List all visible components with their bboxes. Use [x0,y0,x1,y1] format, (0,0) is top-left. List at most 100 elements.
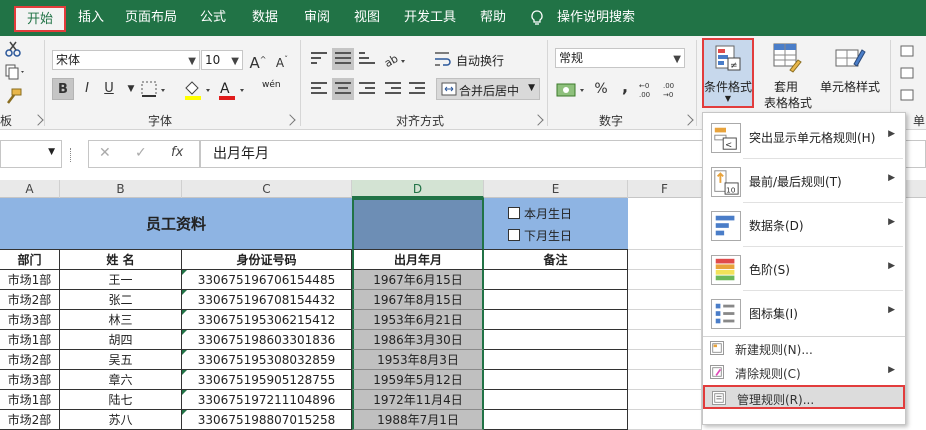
tab-insert[interactable]: 插入 [74,0,108,36]
decrease-font-icon[interactable]: Aˇ [271,49,293,71]
merge-center-button[interactable]: 合并后居中 ▼ [436,78,540,100]
menu-item-clear-rules[interactable]: 清除规则(C) ▶ [703,361,905,383]
header-cell-name[interactable]: 姓 名 [60,250,182,270]
column-header-d[interactable]: D [352,180,484,198]
cell-name[interactable]: 胡四 [60,330,182,350]
enter-icon[interactable]: ✓ [135,145,147,161]
selected-title-cell[interactable] [352,198,484,250]
align-top-icon[interactable] [308,48,330,70]
cell-dept[interactable]: 市场1部 [0,330,60,350]
tab-view[interactable]: 视图 [352,0,382,36]
menu-item-top-bottom[interactable]: 10 最前/最后规则(T) ▶ [703,159,905,203]
column-header-c[interactable]: C [182,180,352,198]
tab-home[interactable]: 开始 [14,6,66,32]
cell-birth[interactable]: 1953年6月21日 [352,310,484,330]
cell-birth[interactable]: 1972年11月4日 [352,390,484,410]
cell-name[interactable]: 吴五 [60,350,182,370]
increase-font-icon[interactable]: A^ [247,49,269,72]
column-header-e[interactable]: E [484,180,628,198]
italic-button[interactable]: I [76,78,98,100]
wrap-text-icon[interactable] [434,50,452,68]
cell-birth[interactable]: 1986年3月30日 [352,330,484,350]
cell-f[interactable] [628,390,702,410]
cell-id[interactable]: 330675195905128755 [182,370,352,390]
cell-id[interactable]: 330675195306215412 [182,310,352,330]
decrease-indent-icon[interactable] [382,78,404,100]
wrap-text-button[interactable]: 自动换行 [456,52,504,69]
tab-developer[interactable]: 开发工具 [402,0,458,36]
cell-dept[interactable]: 市场3部 [0,370,60,390]
align-left-icon[interactable] [308,78,330,100]
cell-dept[interactable]: 市场2部 [0,290,60,310]
cell-id[interactable]: 330675197211104896 [182,390,352,410]
accounting-format-icon[interactable] [555,80,589,100]
cell-dept[interactable]: 市场1部 [0,270,60,290]
cell-f[interactable] [628,310,702,330]
menu-item-color-scales[interactable]: 色阶(S) ▶ [703,247,905,291]
cell-name[interactable]: 陆七 [60,390,182,410]
number-format-combo[interactable]: 常规 ▼ [555,48,685,68]
bold-button[interactable]: B [52,78,74,100]
tab-data[interactable]: 数据 [250,0,280,36]
cell-dept[interactable]: 市场3部 [0,310,60,330]
cancel-icon[interactable]: ✕ [99,145,111,161]
cell-f[interactable] [628,330,702,350]
tab-help[interactable]: 帮助 [478,0,508,36]
cell-id[interactable]: 330675196706154485 [182,270,352,290]
menu-item-manage-rules[interactable]: 管理规则(R)... [703,385,905,409]
cell-birth[interactable]: 1988年7月1日 [352,410,484,430]
cell-note[interactable] [484,370,628,390]
cell-f[interactable] [628,370,702,390]
align-center-icon[interactable] [332,78,354,100]
align-right-icon[interactable] [356,78,378,100]
cell-id[interactable]: 330675195308032859 [182,350,352,370]
align-middle-icon[interactable] [332,48,354,70]
format-as-table-button[interactable]: 套用 表格格式 [758,38,814,110]
cell-f-header[interactable] [628,250,702,270]
percent-button[interactable]: % [590,78,612,100]
checkbox-next-month[interactable] [508,229,520,241]
cell-name[interactable]: 张二 [60,290,182,310]
cell-f[interactable] [628,290,702,310]
cut-icon[interactable] [4,40,22,58]
font-launcher-icon[interactable] [284,114,296,126]
menu-item-highlight-cells[interactable]: < 突出显示单元格规则(H) ▶ [703,115,905,159]
cells-group-icons[interactable] [900,44,914,114]
column-header-b[interactable]: B [60,180,182,198]
sheet-title[interactable]: 员工资料 [0,198,352,250]
header-cell-dept[interactable]: 部门 [0,250,60,270]
font-color-icon[interactable]: A [216,78,248,102]
cell-dept[interactable]: 市场2部 [0,410,60,430]
cell-f-blank[interactable] [628,198,702,250]
format-painter-icon[interactable] [4,88,22,106]
splitter-handle[interactable] [70,148,74,162]
menu-item-icon-sets[interactable]: 图标集(I) ▶ [703,291,905,335]
header-cell-note[interactable]: 备注 [484,250,628,270]
cell-note[interactable] [484,390,628,410]
increase-decimal-icon[interactable]: ←0.00 [638,80,660,100]
comma-button[interactable]: , [614,76,636,98]
cell-note[interactable] [484,290,628,310]
cell-birth[interactable]: 1953年8月3日 [352,350,484,370]
cell-birth[interactable]: 1967年8月15日 [352,290,484,310]
cell-name[interactable]: 章六 [60,370,182,390]
tab-review[interactable]: 审阅 [302,0,332,36]
insert-function-button[interactable]: fx [171,145,183,160]
phonetic-button[interactable]: wén [262,80,281,90]
alignment-launcher-icon[interactable] [532,114,544,126]
cell-note[interactable] [484,330,628,350]
cell-name[interactable]: 林三 [60,310,182,330]
tab-page-layout[interactable]: 页面布局 [124,0,178,36]
cell-f[interactable] [628,410,702,430]
underline-button[interactable]: U [98,78,120,100]
cell-dept[interactable]: 市场2部 [0,350,60,370]
increase-indent-icon[interactable] [406,78,428,100]
menu-item-data-bars[interactable]: 数据条(D) ▶ [703,203,905,247]
decrease-decimal-icon[interactable]: .00→0 [662,80,684,100]
cell-id[interactable]: 330675198807015258 [182,410,352,430]
cell-note[interactable] [484,310,628,330]
font-name-combo[interactable]: 宋体 ▼ [52,50,200,70]
column-header-a[interactable]: A [0,180,60,198]
cell-id[interactable]: 330675196708154432 [182,290,352,310]
underline-dropdown-icon[interactable]: ▼ [120,78,142,100]
